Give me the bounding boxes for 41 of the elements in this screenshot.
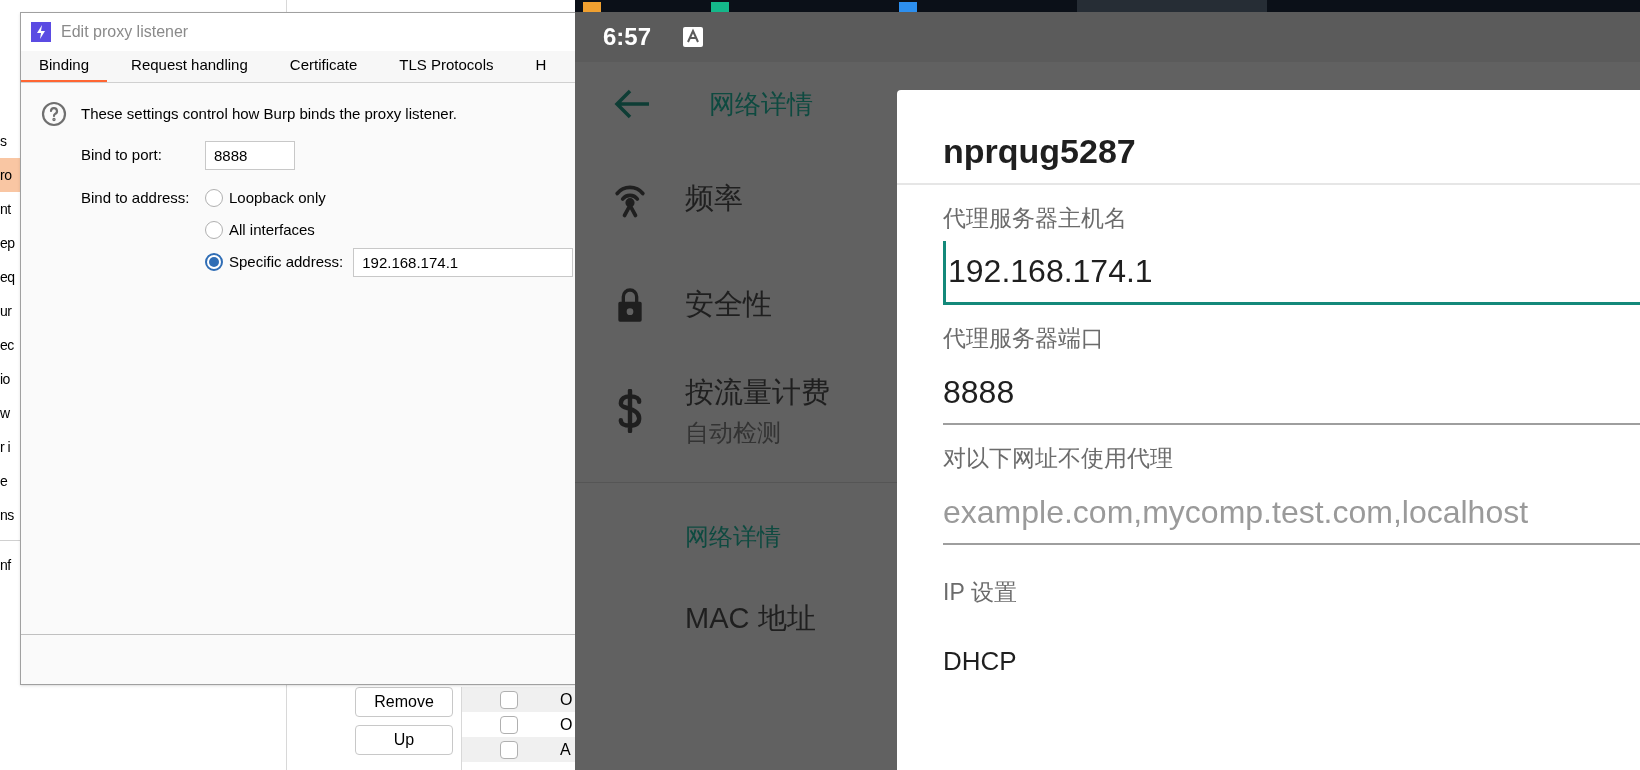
help-text: These settings control how Burp binds the proxy listener. [81, 103, 458, 124]
lightning-icon [31, 22, 51, 42]
field-label: 代理服务器端口 [943, 324, 1105, 353]
dropdown-value[interactable]: DHCP [943, 641, 1640, 681]
keyboard-a-icon [683, 27, 704, 47]
row-checkbox[interactable] [500, 690, 518, 709]
port-label: Bind to port: [81, 145, 163, 166]
address-label: Bind to address: [81, 188, 191, 208]
action-button[interactable]: Remove [355, 687, 453, 717]
radio-button[interactable] [205, 221, 223, 239]
section-header: 网络详情 [685, 522, 781, 552]
status-time: 6:57 [603, 22, 652, 52]
row-checkbox[interactable] [500, 715, 518, 734]
item-label: 安全性 [685, 287, 772, 323]
action-button[interactable]: Up [355, 725, 453, 755]
tab[interactable]: Request handling [113, 51, 266, 82]
field-label: IP 设置 [943, 578, 1018, 607]
help-icon [41, 101, 67, 127]
app-bar-title: 网络详情 [709, 87, 813, 121]
table-cell-text: O [560, 714, 573, 735]
back-arrow-icon[interactable] [613, 88, 651, 120]
radio-label: Specific address: [229, 251, 344, 272]
dialog-title: nprqug5287 [943, 132, 1136, 170]
address-field[interactable]: 192.168.174.1 [353, 247, 574, 277]
tab[interactable]: H [517, 51, 565, 82]
row-checkbox[interactable] [500, 740, 518, 759]
port-field[interactable]: 8888 [205, 141, 295, 170]
table-cell-text: A [560, 739, 571, 760]
field-label: 对以下网址不使用代理 [943, 444, 1174, 473]
radio-button[interactable] [205, 253, 223, 271]
field-label: 代理服务器主机名 [943, 204, 1128, 233]
window-title: Edit proxy listener [61, 22, 189, 42]
radio-label: All interfaces [229, 219, 315, 240]
table-cell-text: O [560, 689, 573, 710]
text-field[interactable]: 192.168.174.1 [943, 241, 1640, 305]
radio-label: Loopback only [229, 187, 326, 208]
tab[interactable]: TLS Protocols [381, 51, 512, 82]
item-label: 频率 [685, 181, 743, 217]
tab[interactable]: Certificate [271, 51, 376, 82]
item-label: 按流量计费 [685, 375, 830, 411]
radio-button[interactable] [205, 189, 223, 207]
